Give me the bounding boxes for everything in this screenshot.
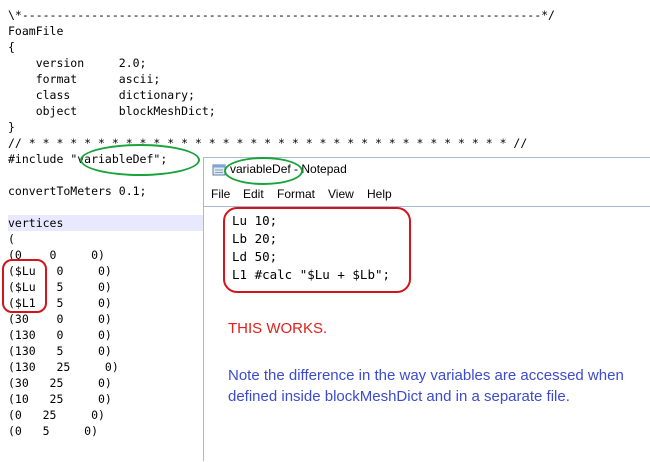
- code-line: version 2.0;: [8, 56, 147, 70]
- menu-bar: File Edit Format View Help: [204, 185, 650, 205]
- code-line: (0 25 0): [8, 408, 105, 422]
- code-line: class dictionary;: [8, 88, 195, 102]
- menu-file[interactable]: File: [211, 187, 230, 201]
- code-line: format ascii;: [8, 72, 161, 86]
- definitions-highlight-box: [223, 207, 411, 293]
- menu-edit[interactable]: Edit: [243, 187, 264, 201]
- code-line: (30 0 0): [8, 312, 112, 326]
- code-line: FoamFile: [8, 24, 64, 38]
- code-line: }: [8, 120, 15, 134]
- notepad-window[interactable]: variableDef - Notepad File Edit Format V…: [203, 157, 650, 462]
- menu-help[interactable]: Help: [367, 187, 392, 201]
- include-highlight-ellipse: [80, 144, 200, 176]
- code-line: // * * * * * * * * * * * * * * * * * * *…: [8, 136, 528, 150]
- note-explanation: Note the difference in the way variables…: [228, 367, 624, 405]
- code-line: convertToMeters 0.1;: [8, 184, 147, 198]
- code-line: (130 25 0): [8, 360, 119, 374]
- code-line: (130 0 0): [8, 328, 112, 342]
- include-keyword: #include: [8, 152, 71, 166]
- notepad-text-area[interactable]: Lu 10; Lb 20; Ld 50; L1 #calc "$Lu + $Lb…: [204, 206, 650, 462]
- notepad-titlebar[interactable]: variableDef - Notepad: [204, 157, 650, 185]
- menu-view[interactable]: View: [328, 187, 354, 201]
- title-highlight-ellipse: [224, 157, 303, 185]
- code-line: (10 25 0): [8, 392, 112, 406]
- menu-format[interactable]: Format: [277, 187, 315, 201]
- code-line-selected: vertices: [8, 215, 203, 231]
- code-line: \*--------------------------------------…: [8, 8, 555, 22]
- code-line: (: [8, 232, 15, 246]
- note-works: THIS WORKS.: [228, 320, 328, 337]
- code-line: (30 25 0): [8, 376, 112, 390]
- code-line: object blockMeshDict;: [8, 104, 216, 118]
- code-line: (0 5 0): [8, 424, 99, 438]
- code-line: {: [8, 40, 15, 54]
- code-line: (130 5 0): [8, 344, 112, 358]
- variable-highlight-box: [2, 259, 47, 313]
